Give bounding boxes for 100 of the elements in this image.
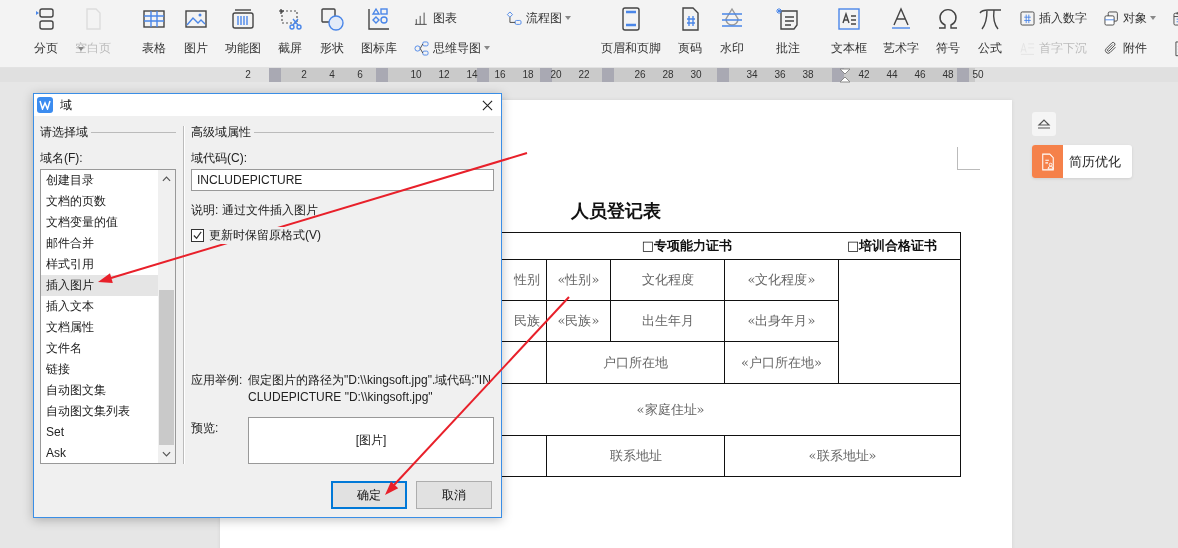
ribbon-button[interactable]: 批注 [768, 4, 808, 64]
ruler-number: 2 [300, 68, 308, 82]
ruler-number: 10 [409, 68, 423, 82]
scroll-up-icon[interactable] [162, 176, 171, 182]
section-heading: 高级域属性 [191, 123, 251, 141]
scissors-icon [277, 6, 303, 32]
ruler-number: 34 [745, 68, 759, 82]
indent-marker-icon[interactable] [839, 68, 851, 84]
scroll-thumb[interactable] [159, 290, 174, 445]
ruler-number: 46 [913, 68, 927, 82]
ribbon-button[interactable]: 图表 [406, 6, 497, 30]
ruler-marker [832, 68, 844, 82]
number-icon [1019, 9, 1036, 27]
table-cell: 文化程度 [610, 259, 725, 301]
ribbon-button[interactable]: 功能图 [218, 4, 268, 64]
ribbon-button[interactable]: 思维导图 [406, 36, 497, 60]
list-item[interactable]: 创建目录 [41, 170, 158, 191]
resume-button[interactable]: 简历优化 [1032, 145, 1132, 178]
flowchart-icon [506, 9, 523, 27]
list-label: 域名(F): [40, 150, 84, 166]
collapse-button[interactable] [1032, 112, 1056, 136]
ribbon-button[interactable]: 图标库 [354, 4, 404, 64]
list-item[interactable]: 插入文本 [41, 296, 158, 317]
ruler-number: 14 [465, 68, 479, 82]
description-text: 说明: 通过文件插入图片 [191, 202, 319, 218]
bars-box-icon [230, 6, 256, 32]
preview-box: [图片] [248, 417, 494, 464]
ruler-number: 16 [493, 68, 507, 82]
table-cell: «民族» [546, 300, 611, 342]
resume-icon [1032, 145, 1063, 178]
ruler-marker [957, 68, 969, 82]
list-item[interactable]: 文档变量的值 [41, 212, 158, 233]
comment-icon [775, 6, 801, 32]
eject-icon [1037, 118, 1051, 130]
ruler-marker [717, 68, 729, 82]
list-item[interactable]: 文档的页数 [41, 191, 158, 212]
preview-label: 预览: [191, 420, 220, 437]
table-cell: 户口所在地 [546, 341, 725, 384]
example-label: 应用举例: [191, 372, 244, 389]
ruler-marker [376, 68, 388, 82]
list-item[interactable]: 邮件合并 [41, 233, 158, 254]
margin-mark [957, 147, 980, 170]
ruler-marker [602, 68, 614, 82]
ribbon-button[interactable]: 符号 [928, 4, 968, 64]
object-icon [1103, 9, 1120, 27]
ruler-marker [540, 68, 552, 82]
scrollbar[interactable] [158, 170, 175, 463]
ruler-number: 2 [244, 68, 252, 82]
checkbox-label: 更新时保留原格式(V) [209, 226, 321, 244]
ruler-number: 36 [773, 68, 787, 82]
ruler-marker [477, 68, 489, 82]
cancel-button[interactable]: 取消 [416, 481, 492, 509]
ok-button[interactable]: 确定 [331, 481, 407, 509]
table-cell: 联系地址 [546, 435, 725, 477]
field-code-input[interactable]: INCLUDEPICTURE [191, 169, 494, 191]
ribbon-button[interactable]: 插入数字 [1012, 6, 1094, 30]
ruler-number: 22 [577, 68, 591, 82]
icon-grid-icon [366, 6, 392, 32]
mind-map-icon [413, 39, 430, 57]
dialog-title: 域 [60, 96, 72, 114]
checkbox[interactable] [191, 228, 204, 242]
ribbon-button[interactable]: 流程图 [499, 6, 578, 30]
example-text: 假定图片的路径为"D:\\kingsoft.jpg".域代码:"INCLUDEPICTURE "D:\\kingsoft.jpg" [248, 372, 492, 406]
ruler-number: 26 [633, 68, 647, 82]
table-cell: «文化程度» [724, 259, 839, 301]
field-label: 域代码(C): [191, 150, 248, 166]
list-item[interactable]: 链接 [41, 359, 158, 380]
ruler-number: 4 [328, 68, 336, 82]
list-item[interactable]: 插入图片 [41, 275, 158, 296]
list-item[interactable]: Set [41, 422, 158, 443]
ruler-number: 20 [549, 68, 563, 82]
list-item[interactable]: Ask [41, 443, 158, 464]
list-item[interactable]: 自动图文集 [41, 380, 158, 401]
scroll-down-icon[interactable] [162, 451, 171, 457]
section-heading: 请选择域 [40, 123, 88, 141]
ribbon-button[interactable]: 公式 [970, 4, 1010, 64]
ruler-number: 38 [801, 68, 815, 82]
list-item[interactable]: 自动图文集列表 [41, 401, 158, 422]
ribbon-button[interactable]: 页眉和页脚 [594, 4, 668, 64]
ruler-number: 12 [437, 68, 451, 82]
ruler-number: 42 [857, 68, 871, 82]
table-cell: □培训合格证书 [847, 237, 938, 255]
table-cell: «联系地址» [724, 435, 961, 477]
ruler-number: 48 [941, 68, 955, 82]
text-box-icon [836, 6, 862, 32]
list-item[interactable]: 样式引用 [41, 254, 158, 275]
ribbon-button[interactable]: 文本框 [824, 4, 874, 64]
list-item[interactable]: 文件名 [41, 338, 158, 359]
ruler-number: 6 [356, 68, 364, 82]
close-icon[interactable] [482, 99, 493, 111]
app-logo-icon [37, 97, 53, 113]
ruler-number: 44 [885, 68, 899, 82]
ribbon-button[interactable]: 附件 [1096, 36, 1163, 60]
ruler-number: 50 [971, 68, 985, 82]
pi-icon [977, 6, 1003, 32]
ribbon-button[interactable]: 对象 [1096, 6, 1163, 30]
table-cell: 出生年月 [610, 300, 725, 342]
ruler-number: 28 [661, 68, 675, 82]
ribbon-button[interactable]: 形状 [312, 4, 352, 64]
list-item[interactable]: 文档属性 [41, 317, 158, 338]
